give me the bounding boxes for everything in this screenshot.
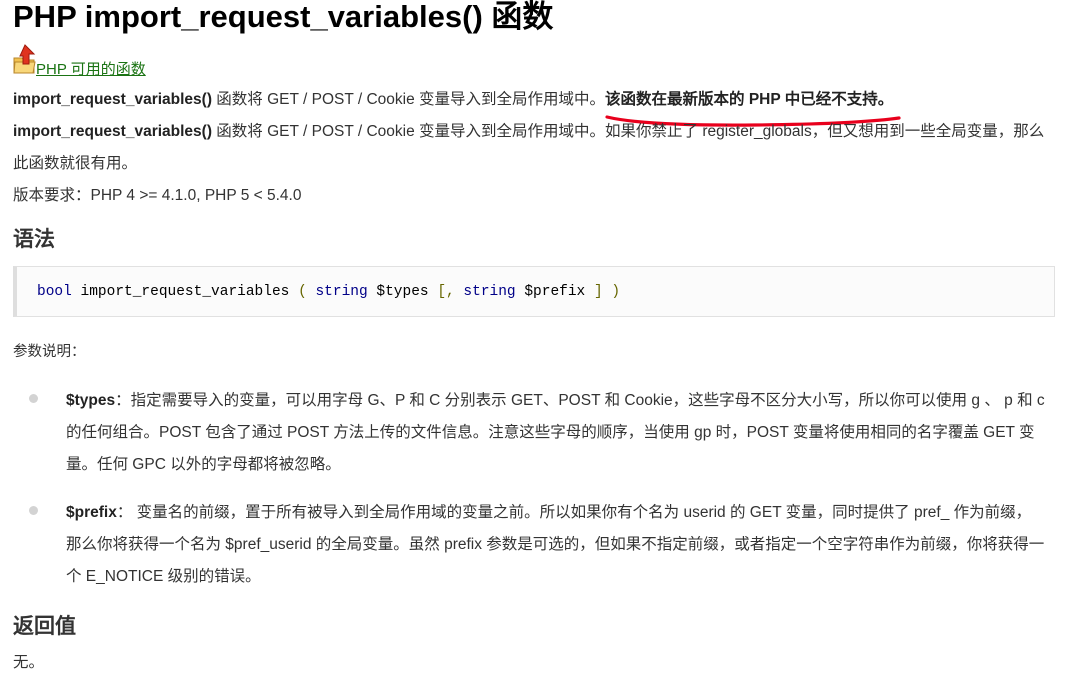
param-description: $prefix： 变量名的前缀，置于所有被导入到全局作用域的变量之前。所以如果你… [66,504,1045,585]
syntax-code: bool import_request_variables ( string $… [37,284,621,300]
bullet [29,506,38,515]
intro-text: 函数将 GET / POST / Cookie 变量导入到全局作用域中。 [212,91,606,108]
param-name: $prefix [66,504,117,521]
params-label: 参数说明： [13,344,86,360]
return-value-text: 无。 [13,654,45,671]
return-value-heading: 返回值 [13,615,76,638]
function-name: import_request_variables() [13,123,212,140]
intro-paragraph: import_request_variables() 函数将 GET / POS… [13,84,901,127]
up-arrow-folder-icon [13,44,36,74]
syntax-code-block: bool import_request_variables ( string $… [13,266,1055,317]
function-name: import_request_variables() [13,91,212,108]
syntax-heading: 语法 [13,228,55,251]
description-paragraph: import_request_variables() 函数将 GET / POS… [13,116,1053,180]
page-title: PHP import_request_variables() 函数 [13,0,554,34]
param-name: $types [66,392,116,409]
bullet [29,394,38,403]
param-description: $types：指定需要导入的变量，可以用字母 G、P 和 C 分别表示 GET、… [66,392,1045,473]
deprecated-note: 该函数在最新版本的 PHP 中已经不支持。 [605,91,901,127]
back-link-label[interactable]: PHP 可用的函数 [36,58,146,79]
version-requirement: 版本要求：PHP 4 >= 4.1.0, PHP 5 < 5.4.0 [13,187,302,204]
